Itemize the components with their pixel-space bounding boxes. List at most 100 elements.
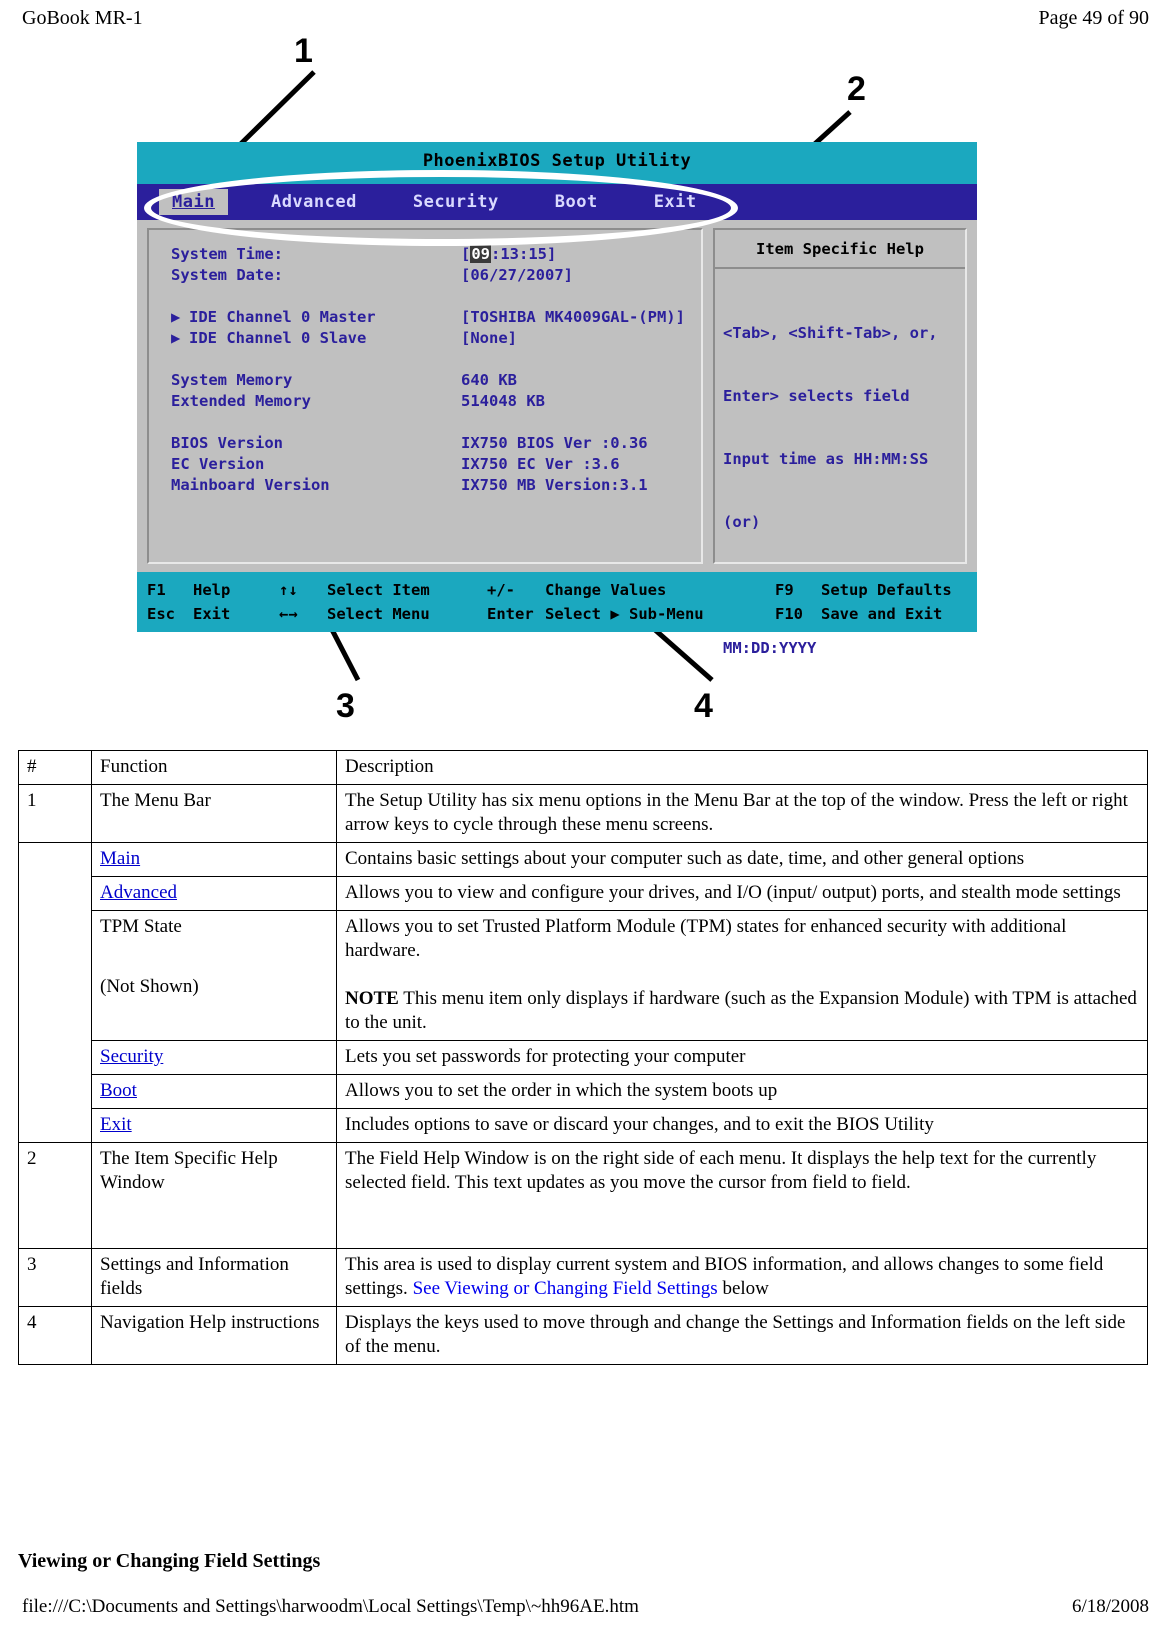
table-row: Boot Allows you to set the order in whic… [19,1074,1148,1109]
bios-field-system-memory: System Memory 640 KB [171,370,691,391]
cell-description: Lets you set passwords for protecting yo… [336,1040,1148,1075]
table-row: 3 Settings and Information fields This a… [18,1248,1148,1307]
table-row: TPM State (Not Shown) Allows you to set … [19,910,1148,1041]
key-f1: F1 [147,581,166,599]
cell-description: The Setup Utility has six menu options i… [336,784,1148,843]
description-table-wrapper: # Function Description 1 The Menu Bar Th… [18,750,1148,1365]
bios-field-extended-memory: Extended Memory 514048 KB [171,391,691,412]
bios-menu-item-advanced[interactable]: Advanced [258,189,370,215]
table-row: 4 Navigation Help instructions Displays … [18,1306,1148,1365]
bios-field-value[interactable]: [06/27/2007] [461,265,573,286]
bios-field-ide-channel-0-slave[interactable]: ▶ IDE Channel 0 Slave [None] [171,328,691,349]
key-f1-label: Help [193,581,231,599]
bios-body: System Time: [09:13:15] System Date: [06… [137,220,977,657]
table-row: Exit Includes options to save or discard… [19,1108,1148,1143]
help-line: Enter> selects field [723,387,910,405]
bios-menu-bar[interactable]: Main Advanced Security Boot Exit [137,184,977,220]
help-line: (or) [723,513,761,531]
updown-arrows-icon: ↑↓ [279,581,298,599]
table-row: Advanced Allows you to view and configur… [19,876,1148,911]
footer-file-path: file:///C:\Documents and Settings\harwoo… [22,1596,639,1617]
help-line: MM:DD:YYYY [723,639,817,657]
description-note: NOTE This menu item only displays if har… [345,987,1139,1035]
page-number: Page 49 of 90 [1038,7,1149,29]
submenu-triangle-icon: ▶ [171,308,181,326]
cell-description: Displays the keys used to move through a… [336,1306,1148,1365]
link-viewing-or-changing-field-settings[interactable]: See Viewing or Changing Field Settings [413,1278,718,1299]
cell-number: 3 [18,1248,92,1307]
cell-spacer [345,963,1139,987]
bios-field-value: 640 KB [461,371,517,389]
cell-function-line2: (Not Shown) [100,976,199,997]
link-exit[interactable]: Exit [100,1114,132,1135]
bios-titlebar: PhoenixBIOS Setup Utility [137,142,977,184]
bios-menu-item-boot[interactable]: Boot [542,189,611,215]
description-paragraph: Allows you to set Trusted Platform Modul… [345,916,1067,961]
item-specific-help-panel: Item Specific Help <Tab>, <Shift-Tab>, o… [713,228,967,657]
cell-description: Allows you to set the order in which the… [336,1074,1148,1109]
leftright-arrows-icon: ←→ [279,605,298,623]
cell-function: TPM State (Not Shown) [91,910,337,1041]
navigation-help-row-2: Esc Exit ←→ Select Menu Enter Select ▶ S… [147,602,977,626]
bios-menu-item-main[interactable]: Main [159,189,228,215]
cell-function[interactable]: Exit [91,1108,337,1143]
bios-field-system-time[interactable]: System Time: [09:13:15] [171,244,691,265]
header-cell-function: Function [91,750,337,785]
bios-settings-panel: System Time: [09:13:15] System Date: [06… [147,228,703,564]
item-specific-help-body: <Tab>, <Shift-Tab>, or, Enter> selects f… [715,269,965,707]
bios-field-value[interactable]: [TOSHIBA MK4009GAL-(PM)] [461,307,685,328]
link-boot[interactable]: Boot [100,1080,137,1101]
item-specific-help-title: Item Specific Help [715,230,965,269]
bios-field-label: Extended Memory [171,392,311,410]
link-main[interactable]: Main [100,848,140,869]
cell-function[interactable]: Security [91,1040,337,1075]
cell-description[interactable]: This area is used to display current sys… [336,1248,1148,1307]
bios-field-value: IX750 MB Version:3.1 [461,476,648,494]
bios-field-value-highlight[interactable]: 09 [470,245,492,263]
cell-function[interactable]: Main [91,842,337,877]
key-plus-minus: +/- [487,581,515,599]
header-cell-number: # [18,750,92,785]
bios-field-label: System Memory [171,371,293,389]
help-line: <Tab>, <Shift-Tab>, or, [723,324,938,342]
cell-function[interactable]: Boot [91,1074,337,1109]
bios-menu-item-exit[interactable]: Exit [641,189,710,215]
description-post: below [717,1278,769,1299]
page-footer: file:///C:\Documents and Settings\harwoo… [22,1596,1149,1618]
bios-field-label: System Date: [171,266,283,284]
cell-number: 1 [18,784,92,843]
cell-spacer [100,939,328,975]
table-row: 2 The Item Specific Help Window The Fiel… [18,1142,1148,1249]
cell-description: Contains basic settings about your compu… [336,842,1148,877]
bios-field-ec-version: EC Version IX750 EC Ver :3.6 [171,454,691,475]
description-table: # Function Description 1 The Menu Bar Th… [18,750,1148,1365]
bios-field-value[interactable]: [09:13:15] [461,244,556,265]
bios-field-system-date[interactable]: System Date: [06/27/2007] [171,265,691,286]
page-header: GoBook MR-1 Page 49 of 90 [22,6,1149,32]
bios-field-value: IX750 EC Ver :3.6 [461,455,620,473]
bios-field-label: System Time: [171,245,283,263]
bios-field-value: 514048 KB [461,392,545,410]
bios-field-label: ▶ IDE Channel 0 Slave [171,329,367,347]
cell-description: The Field Help Window is on the right si… [336,1142,1148,1249]
table-row: Security Lets you set passwords for prot… [19,1040,1148,1075]
document-title: GoBook MR-1 [22,7,143,29]
cell-function[interactable]: Advanced [91,876,337,911]
setup-defaults-label: Setup Defaults [821,581,952,599]
submenu-triangle-icon: ▶ [171,329,181,347]
section-heading: Viewing or Changing Field Settings [18,1550,321,1572]
bios-field-ide-channel-0-master[interactable]: ▶ IDE Channel 0 Master [TOSHIBA MK4009GAL… [171,307,691,328]
cell-function-line1: TPM State [100,916,182,937]
key-f10: F10 [775,605,803,623]
bios-field-value[interactable]: [None] [461,328,517,349]
key-esc: Esc [147,605,175,623]
link-security[interactable]: Security [100,1046,163,1067]
cell-function: The Item Specific Help Window [91,1142,337,1249]
bios-menu-item-security[interactable]: Security [400,189,512,215]
cell-number: 2 [18,1142,92,1249]
navigation-help-row-1: F1 Help ↑↓ Select Item +/- Change Values… [147,578,977,602]
link-advanced[interactable]: Advanced [100,882,177,903]
